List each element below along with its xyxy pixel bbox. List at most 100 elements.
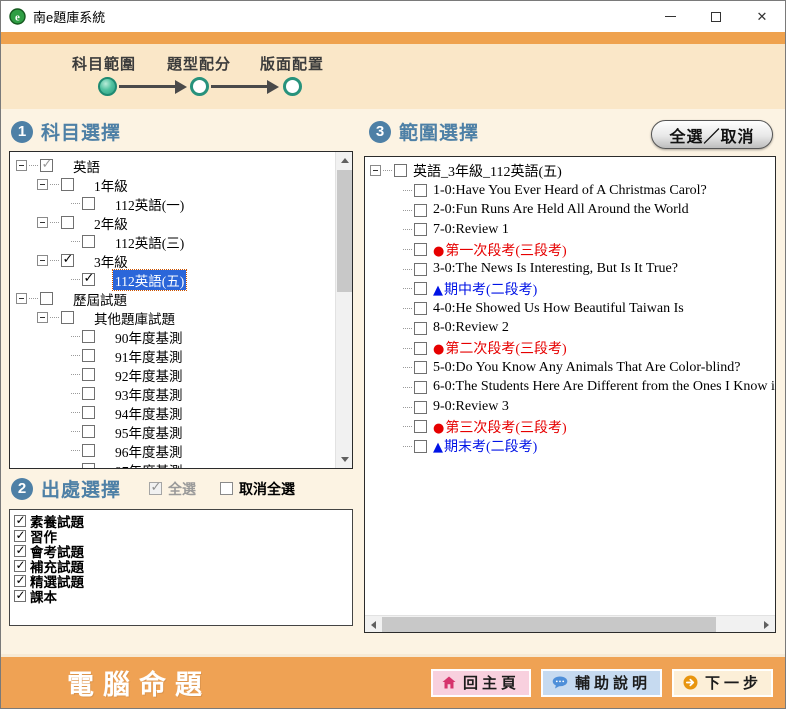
tree-item[interactable]: 3年級 bbox=[10, 251, 335, 270]
tree-item[interactable]: 4-0:He Showed Us How Beautiful Taiwan Is bbox=[365, 299, 775, 319]
checkbox-empty-icon[interactable] bbox=[82, 368, 95, 381]
tree-item[interactable]: 英語 bbox=[10, 156, 335, 175]
tree-item[interactable]: 9-0:Review 3 bbox=[365, 397, 775, 417]
tree-item[interactable]: 6-0:The Students Here Are Different from… bbox=[365, 378, 775, 398]
checkbox-empty-icon[interactable] bbox=[414, 322, 427, 335]
checkbox-empty-icon[interactable] bbox=[414, 420, 427, 433]
select-all-toggle-button[interactable]: 全選／取消 bbox=[651, 120, 773, 149]
checkbox-empty-icon[interactable] bbox=[40, 292, 53, 305]
tree-item[interactable]: 94年度基測 bbox=[10, 403, 335, 422]
minimize-button[interactable] bbox=[647, 1, 693, 32]
checkbox-empty-icon[interactable] bbox=[414, 401, 427, 414]
scroll-right-button[interactable] bbox=[758, 616, 775, 633]
checkbox-empty-icon[interactable] bbox=[394, 164, 407, 177]
checkbox-empty-icon[interactable] bbox=[414, 440, 427, 453]
checkbox-checked-icon[interactable] bbox=[14, 515, 26, 527]
checkbox-empty-icon[interactable] bbox=[414, 184, 427, 197]
scroll-down-button[interactable] bbox=[336, 451, 353, 468]
tree-item[interactable]: 3-0:The News Is Interesting, But Is It T… bbox=[365, 259, 775, 279]
checkbox-empty-icon[interactable] bbox=[414, 361, 427, 374]
tree-item[interactable]: 英語_3年級_112英語(五) bbox=[365, 161, 775, 181]
checkbox-checked-icon[interactable] bbox=[82, 273, 95, 286]
select-all-checkbox[interactable]: 全選 bbox=[149, 479, 196, 499]
checkbox-empty-icon[interactable] bbox=[414, 342, 427, 355]
checkbox-empty-icon[interactable] bbox=[414, 243, 427, 256]
expander-minus-icon[interactable] bbox=[16, 160, 27, 171]
tree-item[interactable]: 2-0:Fun Runs Are Held All Around the Wor… bbox=[365, 200, 775, 220]
tree-item[interactable]: 7-0:Review 1 bbox=[365, 220, 775, 240]
tree-item[interactable]: 95年度基測 bbox=[10, 422, 335, 441]
source-list-item[interactable]: 素養試題 bbox=[12, 513, 350, 528]
checkbox-empty-icon[interactable] bbox=[82, 387, 95, 400]
tree-item-label: 6-0:The Students Here Are Different from… bbox=[431, 379, 775, 395]
tree-item[interactable]: 93年度基測 bbox=[10, 384, 335, 403]
checkbox-checked-icon[interactable] bbox=[61, 254, 74, 267]
checkbox-empty-icon[interactable] bbox=[82, 444, 95, 457]
maximize-button[interactable] bbox=[693, 1, 739, 32]
tree-item[interactable]: 91年度基測 bbox=[10, 346, 335, 365]
checkbox-checked-icon[interactable] bbox=[14, 575, 26, 587]
tree-item[interactable]: ●第一次段考(三段考) bbox=[365, 240, 775, 260]
checkbox-empty-icon[interactable] bbox=[82, 425, 95, 438]
scroll-left-button[interactable] bbox=[365, 616, 382, 633]
expander-minus-icon[interactable] bbox=[37, 179, 48, 190]
tree-item[interactable]: 1-0:Have You Ever Heard of A Christmas C… bbox=[365, 181, 775, 201]
expander-minus-icon[interactable] bbox=[37, 312, 48, 323]
tree-item[interactable]: 92年度基測 bbox=[10, 365, 335, 384]
next-step-button[interactable]: 下一步 bbox=[672, 669, 773, 697]
checkbox-empty-icon[interactable] bbox=[61, 216, 74, 229]
tree-item[interactable]: ▲期末考(二段考) bbox=[365, 437, 775, 457]
expander-minus-icon[interactable] bbox=[16, 293, 27, 304]
tree-item[interactable]: 97年度基測 bbox=[10, 460, 335, 468]
home-button[interactable]: 回主頁 bbox=[431, 669, 531, 697]
tree-item[interactable]: 其他題庫試題 bbox=[10, 308, 335, 327]
expander-minus-icon[interactable] bbox=[37, 255, 48, 266]
scroll-up-button[interactable] bbox=[336, 152, 353, 169]
checkbox-checked-icon[interactable] bbox=[40, 159, 53, 172]
tree-item[interactable]: 112英語(五) bbox=[10, 270, 335, 289]
checkbox-empty-icon[interactable] bbox=[61, 178, 74, 191]
close-button[interactable]: ✕ bbox=[739, 1, 785, 32]
checkbox-empty-icon[interactable] bbox=[414, 204, 427, 217]
tree-item[interactable]: 5-0:Do You Know Any Animals That Are Col… bbox=[365, 358, 775, 378]
tree-item[interactable]: ▲期中考(二段考) bbox=[365, 279, 775, 299]
scrollbar-thumb[interactable] bbox=[337, 170, 352, 292]
tree-item[interactable]: ●第三次段考(三段考) bbox=[365, 417, 775, 437]
tree-item[interactable]: 112英語(一) bbox=[10, 194, 335, 213]
checkbox-checked-icon[interactable] bbox=[14, 560, 26, 572]
expander-minus-icon[interactable] bbox=[370, 165, 381, 176]
source-list-item[interactable]: 精選試題 bbox=[12, 573, 350, 588]
checkbox-empty-icon[interactable] bbox=[414, 282, 427, 295]
tree-item-label: 93年度基測 bbox=[113, 384, 185, 404]
tree-item[interactable]: 歷屆試題 bbox=[10, 289, 335, 308]
checkbox-empty-icon[interactable] bbox=[414, 302, 427, 315]
tree-item[interactable]: 96年度基測 bbox=[10, 441, 335, 460]
tree-item[interactable]: 112英語(三) bbox=[10, 232, 335, 251]
tree-item[interactable]: 2年級 bbox=[10, 213, 335, 232]
checkbox-empty-icon[interactable] bbox=[414, 223, 427, 236]
tree-item[interactable]: 8-0:Review 2 bbox=[365, 319, 775, 339]
help-button[interactable]: 輔助說明 bbox=[541, 669, 662, 697]
scrollbar-thumb[interactable] bbox=[382, 617, 716, 632]
checkbox-empty-icon[interactable] bbox=[82, 235, 95, 248]
exam-circle-marker-icon: ● bbox=[433, 421, 444, 436]
expander-minus-icon[interactable] bbox=[37, 217, 48, 228]
tree-item[interactable]: 90年度基測 bbox=[10, 327, 335, 346]
maximize-icon bbox=[711, 12, 721, 22]
checkbox-empty-icon[interactable] bbox=[82, 349, 95, 362]
checkbox-empty-icon[interactable] bbox=[82, 463, 95, 468]
scope-tree-scrollbar[interactable] bbox=[365, 615, 775, 632]
subject-tree-scrollbar[interactable] bbox=[335, 152, 352, 468]
checkbox-checked-icon[interactable] bbox=[14, 530, 26, 542]
checkbox-empty-icon[interactable] bbox=[414, 263, 427, 276]
tree-item[interactable]: 1年級 bbox=[10, 175, 335, 194]
checkbox-empty-icon[interactable] bbox=[82, 330, 95, 343]
deselect-all-checkbox[interactable]: 取消全選 bbox=[220, 479, 295, 499]
checkbox-empty-icon[interactable] bbox=[414, 381, 427, 394]
tree-item[interactable]: ●第二次段考(三段考) bbox=[365, 338, 775, 358]
checkbox-empty-icon[interactable] bbox=[82, 197, 95, 210]
checkbox-empty-icon[interactable] bbox=[82, 406, 95, 419]
checkbox-checked-icon[interactable] bbox=[14, 545, 26, 557]
checkbox-checked-icon[interactable] bbox=[14, 590, 26, 602]
checkbox-empty-icon[interactable] bbox=[61, 311, 74, 324]
